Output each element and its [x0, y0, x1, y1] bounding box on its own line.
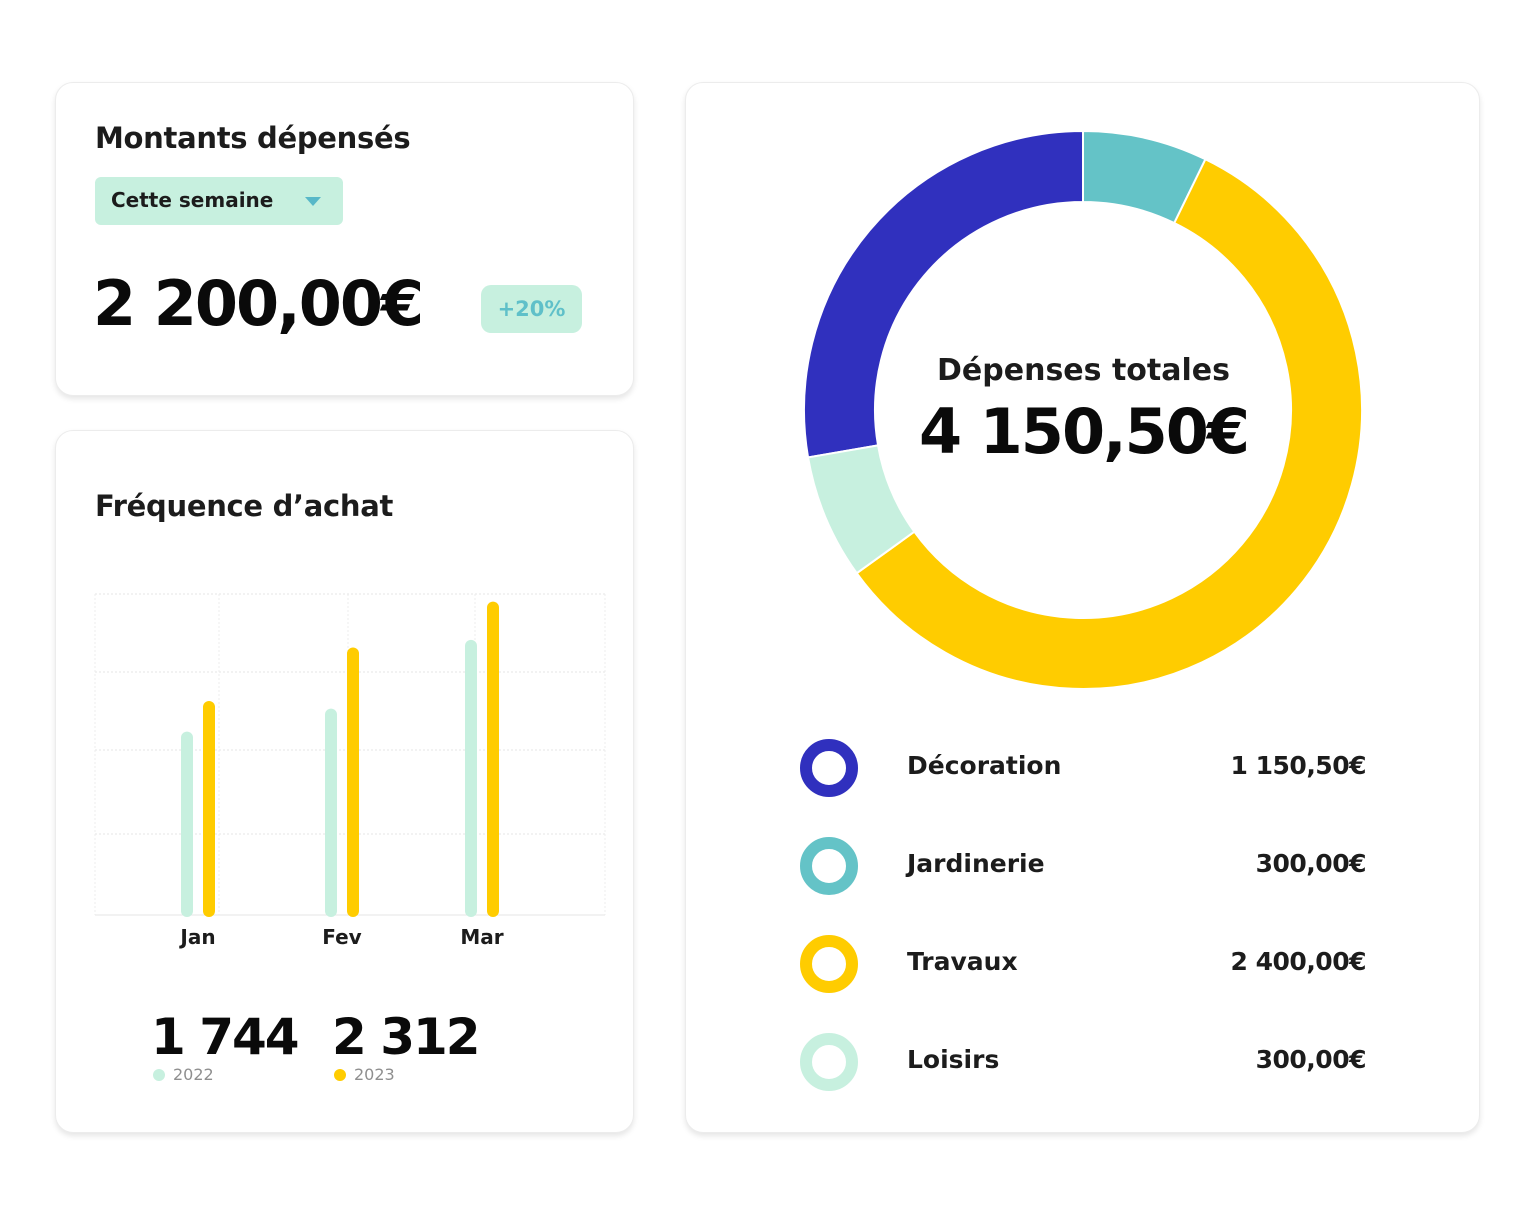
- legend-item-loisirs: Loisirs 300,00€: [800, 1033, 1367, 1091]
- change-badge: +20%: [481, 285, 582, 333]
- total-amount: 4 150,50€: [918, 395, 1250, 468]
- loisirs-ring-icon: [800, 1033, 858, 1091]
- legend-item-decoration: Décoration 1 150,50€: [800, 739, 1367, 797]
- spent-card: Montants dépensés Cette semaine 2 200,00…: [55, 82, 634, 396]
- spent-title: Montants dépensés: [95, 121, 411, 155]
- x-tick-label: Mar: [460, 925, 503, 949]
- total-card: Dépenses totales 4 150,50€ Décoration 1 …: [685, 82, 1480, 1133]
- x-tick-label: Jan: [178, 925, 215, 949]
- legend-value: 300,00€: [1255, 849, 1367, 878]
- legend-value: 2 400,00€: [1230, 947, 1367, 976]
- x-tick-label: Fev: [322, 925, 361, 949]
- legend-item-jardinerie: Jardinerie 300,00€: [800, 837, 1367, 895]
- period-select-label: Cette semaine: [111, 188, 274, 212]
- legend-item-travaux: Travaux 2 400,00€: [800, 935, 1367, 993]
- decoration-ring-icon: [800, 739, 858, 797]
- period-select[interactable]: Cette semaine: [95, 177, 343, 225]
- stat-year: 2023: [354, 1065, 395, 1084]
- legend-dot-2022: [153, 1068, 165, 1081]
- legend-label: Décoration: [907, 751, 1062, 780]
- frequency-card: Fréquence d’achat Jan Fev Mar 1 744 2022 2…: [55, 430, 634, 1133]
- stat-value: 2 312: [332, 1008, 481, 1066]
- legend-label: Jardinerie: [907, 849, 1045, 878]
- purchase-frequency-chart: Jan Fev Mar: [94, 593, 606, 949]
- legend-label: Loisirs: [907, 1045, 1000, 1074]
- stat-year: 2022: [173, 1065, 214, 1084]
- legend-label: Travaux: [907, 947, 1018, 976]
- stat-2023: 2 312 2023: [332, 1008, 481, 1084]
- stat-2022: 1 744 2022: [151, 1008, 300, 1084]
- legend-dot-2023: [334, 1068, 346, 1081]
- jardinerie-ring-icon: [800, 837, 858, 895]
- travaux-ring-icon: [800, 935, 858, 993]
- total-label: Dépenses totales: [937, 353, 1230, 388]
- legend-value: 300,00€: [1255, 1045, 1367, 1074]
- chevron-down-icon: [305, 197, 321, 206]
- stat-value: 1 744: [151, 1008, 300, 1066]
- legend-value: 1 150,50€: [1230, 751, 1367, 780]
- spent-amount: 2 200,00€: [93, 267, 424, 340]
